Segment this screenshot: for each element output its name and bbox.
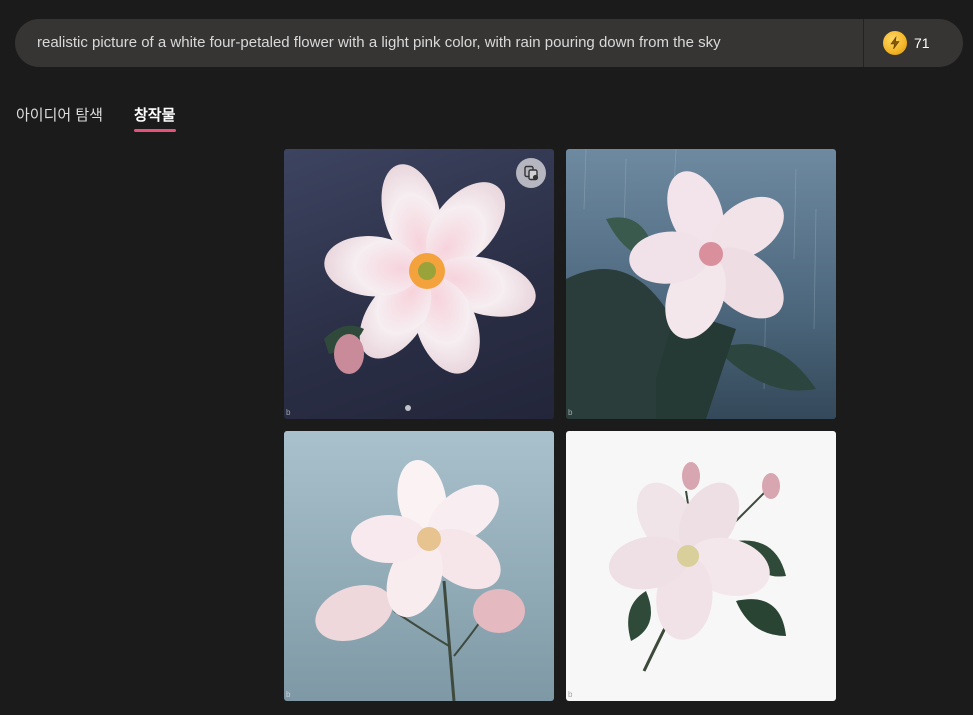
- lightning-coin-icon: [883, 31, 907, 55]
- boost-count: 71: [914, 35, 930, 51]
- flower-image-4: [608, 462, 786, 672]
- flower-image-1: [324, 164, 536, 411]
- generated-image-2[interactable]: b: [566, 149, 836, 419]
- tab-explore-ideas[interactable]: 아이디어 탐색: [16, 104, 103, 125]
- generated-image-1[interactable]: b: [284, 149, 554, 419]
- prompt-input[interactable]: realistic picture of a white four-petale…: [37, 19, 721, 67]
- flower-image-2: [566, 149, 817, 419]
- generated-image-3[interactable]: b: [284, 431, 554, 701]
- image-mark: b: [286, 408, 291, 417]
- image-creator-page: realistic picture of a white four-petale…: [0, 0, 973, 715]
- copy-icon[interactable]: [516, 158, 546, 188]
- image-mark: b: [286, 690, 291, 699]
- prompt-divider: [863, 19, 864, 67]
- prompt-bar[interactable]: realistic picture of a white four-petale…: [15, 19, 963, 67]
- active-tab-indicator: [134, 129, 176, 132]
- tab-creations[interactable]: 창작물: [134, 104, 175, 125]
- image-mark: b: [568, 408, 573, 417]
- image-grid: b b b b: [284, 149, 836, 701]
- boost-counter[interactable]: 71: [883, 30, 930, 56]
- generated-image-4[interactable]: b: [566, 431, 836, 701]
- flower-image-3: [315, 459, 525, 701]
- image-mark: b: [568, 690, 573, 699]
